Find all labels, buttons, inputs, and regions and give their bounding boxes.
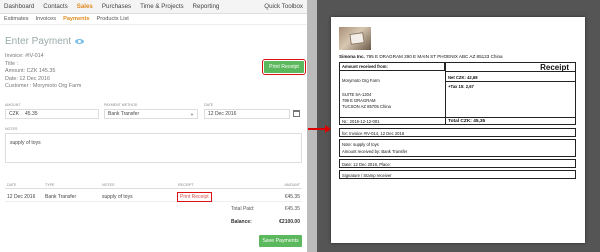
receipt-for-invoice: for: Invoice #IV-014, 12 Dec 2016 bbox=[339, 128, 576, 137]
info-amount: Amount: CZK 145.35 bbox=[5, 68, 56, 75]
info-customer: Customer : Morymoto Org Farm bbox=[5, 83, 82, 90]
payment-method-select[interactable]: Bank Transfer ▼ bbox=[104, 109, 198, 119]
panel-divider bbox=[307, 0, 317, 252]
nav-reporting[interactable]: Reporting bbox=[193, 3, 220, 10]
receipt-number: Nr.: 2016-12-12-001 bbox=[342, 119, 380, 124]
print-receipt-button[interactable]: Print Receipt bbox=[262, 59, 306, 75]
row-notes: supply of toys bbox=[102, 193, 133, 200]
customer-line-4: TUCSON AZ 85705 China bbox=[342, 104, 391, 109]
date-field[interactable]: 12 Dec 2016 bbox=[204, 109, 290, 119]
row-print-receipt-link[interactable]: Print Receipt bbox=[177, 191, 212, 202]
receipt-received-by: Amount received by: Bank Transfer bbox=[342, 148, 408, 154]
notes-textarea[interactable]: supply of toys bbox=[5, 133, 302, 163]
payments-table-header: DATE TYPE NOTES RECEIPT AMOUNT bbox=[5, 182, 302, 189]
info-date: Date: 12 Dec 2016 bbox=[5, 75, 50, 82]
company-header: Simona Inc. 795 E DRAGRAM 290 E MAIN ST … bbox=[339, 54, 503, 59]
save-payments-button[interactable]: Save Payments bbox=[259, 235, 302, 247]
eye-icon[interactable] bbox=[75, 39, 85, 44]
payment-method-label: PAYMENT METHOD bbox=[104, 103, 138, 107]
invoice-info: Invoice: #IV-014 Title : Amount: CZK 145… bbox=[5, 53, 81, 91]
for-invoice-text: for: Invoice #IV-014, 12 Dec 2016 bbox=[342, 131, 405, 136]
signature-text: Signature / Stamp receiver bbox=[342, 173, 392, 178]
company-address: 795 E DRAGRAM 290 E MAIN ST PHOENIX ABC … bbox=[366, 54, 503, 59]
notes-label: NOTES bbox=[5, 127, 18, 131]
row-amount: €45.35 bbox=[284, 193, 300, 200]
company-logo bbox=[339, 27, 371, 50]
receipt-total: Total CZK: 45,35 bbox=[448, 119, 486, 124]
nav-purchases[interactable]: Purchases bbox=[102, 3, 131, 10]
info-invoice: Invoice: #IV-014 bbox=[5, 53, 44, 59]
total-paid-label: Total Paid: bbox=[231, 206, 255, 212]
page-title: Enter Payment bbox=[5, 36, 85, 47]
sub-navigation: Estimates Invoices Payments Products Lis… bbox=[0, 14, 307, 25]
page-title-text: Enter Payment bbox=[5, 36, 72, 47]
subnav-estimates[interactable]: Estimates bbox=[4, 16, 29, 22]
nav-time-projects[interactable]: Time & Projects bbox=[140, 3, 183, 10]
col-notes: NOTES bbox=[102, 183, 115, 187]
company-name: Simona Inc. bbox=[339, 54, 365, 59]
app-panel: Dashboard Contacts Sales Purchases Time … bbox=[0, 0, 307, 252]
col-receipt: RECEIPT bbox=[178, 183, 194, 187]
total-paid-value: €45.35 bbox=[284, 206, 300, 212]
chevron-down-icon: ▼ bbox=[190, 111, 194, 117]
nav-sales[interactable]: Sales bbox=[77, 3, 93, 10]
table-row: 12 Dec 2016 Bank Transfer supply of toys… bbox=[5, 190, 302, 202]
col-date: DATE bbox=[7, 183, 17, 187]
receipt-document: Simona Inc. 795 E DRAGRAM 290 E MAIN ST … bbox=[331, 17, 585, 243]
balance-label: Balance: bbox=[231, 219, 252, 225]
subnav-products-list[interactable]: Products List bbox=[97, 16, 129, 22]
receipt-notes-box: Note: supply of toys Amount received by:… bbox=[339, 139, 576, 157]
amount-value: 45.35 bbox=[25, 111, 38, 117]
balance-value: €2100.00 bbox=[279, 219, 300, 225]
amount-label: AMOUNT bbox=[5, 103, 21, 107]
subnav-payments[interactable]: Payments bbox=[63, 16, 89, 22]
calendar-icon[interactable] bbox=[293, 110, 300, 117]
receipt-signature: Signature / Stamp receiver bbox=[339, 170, 576, 179]
notes-value: supply of toys bbox=[10, 140, 41, 146]
date-label: DATE bbox=[204, 103, 214, 107]
amount-field[interactable]: CZK 45.35 bbox=[5, 109, 99, 119]
receipt-date-place: Date: 12 Dec 2016, Place: bbox=[339, 159, 576, 168]
info-title: Title : bbox=[5, 60, 18, 67]
row-type: Bank Transfer bbox=[45, 193, 77, 200]
date-value: 12 Dec 2016 bbox=[208, 111, 237, 117]
receipt-tax: +Tax 15: 2,67 bbox=[448, 84, 474, 89]
col-amount: AMOUNT bbox=[284, 183, 300, 187]
date-place-text: Date: 12 Dec 2016, Place: bbox=[342, 162, 391, 167]
top-navigation: Dashboard Contacts Sales Purchases Time … bbox=[0, 0, 307, 14]
customer-address: Morymoto Org Farm SUITE 5A-1204 799 E DR… bbox=[342, 78, 391, 110]
subnav-invoices[interactable]: Invoices bbox=[36, 16, 57, 22]
nav-dashboard[interactable]: Dashboard bbox=[4, 3, 34, 10]
nav-contacts[interactable]: Contacts bbox=[43, 3, 67, 10]
col-type: TYPE bbox=[45, 183, 55, 187]
row-date: 12 Dec 2016 bbox=[7, 193, 36, 200]
nav-quick-toolbox[interactable]: Quick Toolbox bbox=[264, 3, 303, 10]
receipt-net: Net CZK: 42,68 bbox=[448, 75, 478, 80]
received-from-label: Amount received from: bbox=[340, 63, 445, 71]
payment-method-value: Bank Transfer bbox=[108, 111, 140, 117]
receipt-main-box: Amount received from: Receipt Morymoto O… bbox=[339, 62, 576, 125]
currency-code: CZK bbox=[9, 111, 19, 117]
